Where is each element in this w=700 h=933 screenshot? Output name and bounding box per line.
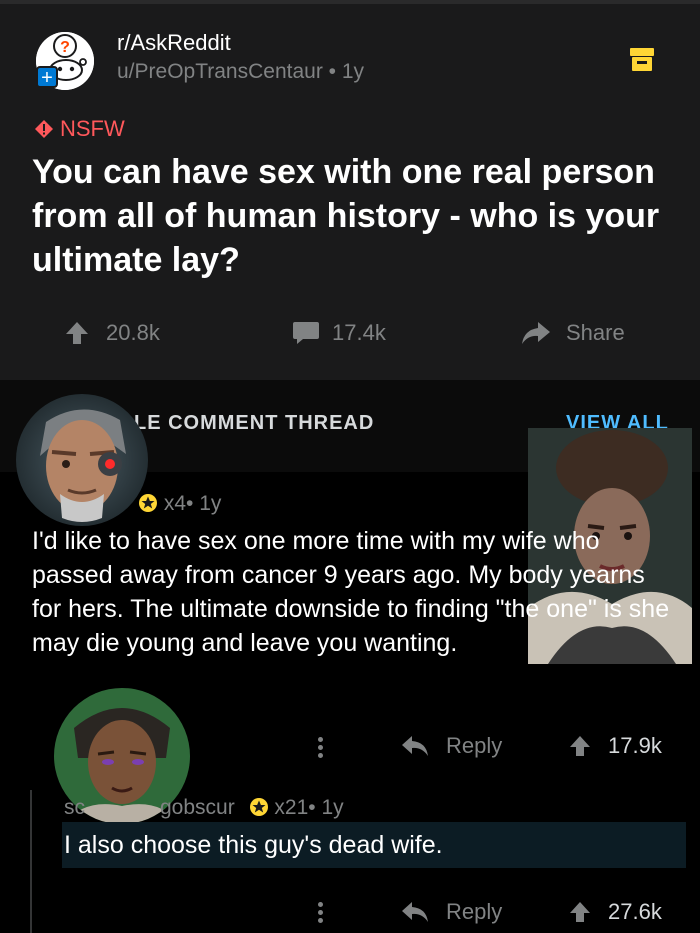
post-author-line: u/PreOpTransCentaur • 1y	[117, 60, 364, 84]
upvote-button[interactable]: 20.8k	[64, 320, 160, 346]
comment1-age: 1y	[199, 492, 222, 515]
share-arrow-icon	[522, 322, 550, 344]
comment2-reply-label: Reply	[446, 899, 503, 924]
award-star-icon	[139, 494, 157, 512]
comment1-body: I'd like to have sex one more time with …	[32, 527, 670, 657]
single-comment-thread-label: LE COMMENT THREAD	[134, 412, 375, 434]
upvote-count: 20.8k	[106, 320, 160, 345]
reply-arrow-icon	[402, 902, 428, 922]
comment1-upvote-button[interactable]: 17.9k	[568, 733, 662, 759]
svg-text:?: ?	[60, 39, 70, 56]
comment2-vote-count: 27.6k	[608, 899, 662, 924]
share-button[interactable]: Share	[520, 320, 625, 346]
comment2-author[interactable]: gobscur	[160, 796, 235, 819]
comment-bubble-icon	[293, 322, 319, 344]
avatar-cyborg-man	[16, 394, 148, 526]
comment2-meta: gobscur x21• 1y	[160, 796, 344, 820]
upvote-arrow-icon	[570, 902, 590, 922]
comment1-award-count: x4	[163, 492, 187, 515]
upvote-arrow-icon	[66, 322, 88, 344]
more-options-icon[interactable]	[318, 734, 324, 761]
comment2-body: I also choose this guy's dead wife.	[62, 822, 686, 868]
separator-dot: •	[308, 796, 322, 819]
subreddit-name[interactable]: r/AskReddit	[117, 30, 231, 56]
share-label: Share	[566, 320, 625, 345]
comment1-vote-count: 17.9k	[608, 733, 662, 758]
comment1-reply-button[interactable]: Reply	[400, 733, 502, 759]
comment2-award-count: x21	[274, 796, 309, 819]
separator-dot: •	[186, 492, 200, 515]
reply-arrow-icon	[402, 736, 428, 756]
comment-count: 17.4k	[332, 320, 386, 345]
post-title[interactable]: You can have sex with one real person fr…	[32, 150, 672, 282]
top-divider	[0, 0, 700, 4]
comment2-age: 1y	[321, 796, 344, 819]
join-subreddit-icon[interactable]: +	[36, 66, 58, 89]
comments-button[interactable]: 17.4k	[292, 320, 386, 346]
save-icon[interactable]	[626, 44, 658, 74]
comment1-reply-label: Reply	[446, 733, 503, 758]
upvote-arrow-icon	[570, 736, 590, 756]
nsfw-icon	[34, 119, 54, 139]
post-author[interactable]: u/PreOpTransCentaur	[117, 60, 323, 83]
nsfw-label: NSFW	[60, 116, 125, 141]
comment2-reply-button[interactable]: Reply	[400, 899, 502, 925]
award-star-icon	[249, 798, 268, 816]
separator-dot: •	[328, 60, 342, 83]
comment2-upvote-button[interactable]: 27.6k	[568, 899, 662, 925]
comment2-author-left[interactable]: sc	[64, 796, 85, 820]
comment1-award-meta: x4• 1y	[138, 492, 221, 516]
post-age: 1y	[341, 60, 365, 83]
more-options-icon[interactable]	[318, 899, 324, 926]
thread-indent-line	[30, 790, 32, 933]
